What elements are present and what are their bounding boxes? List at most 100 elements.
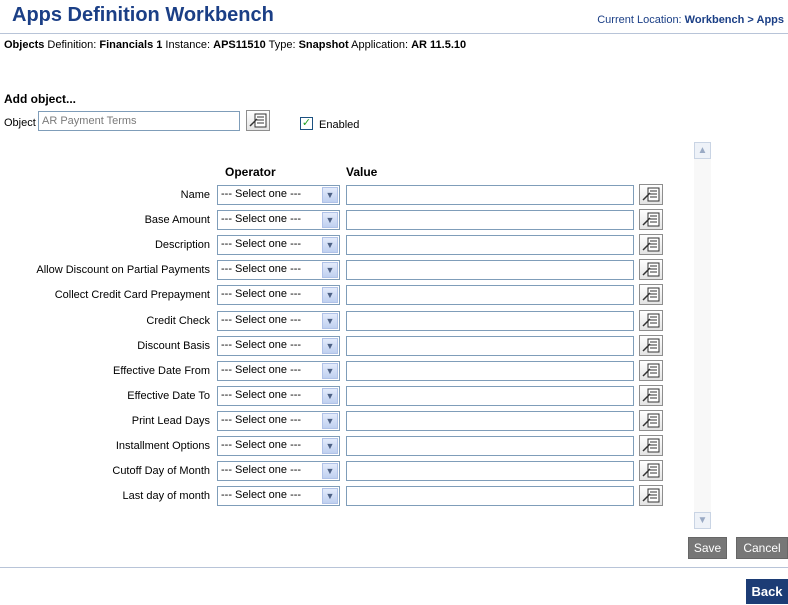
value-lov-button[interactable] [639,485,663,506]
operator-select-value: --- Select one --- [221,339,302,351]
search-list-icon [642,262,660,277]
criteria-label: Collect Credit Card Prepayment [54,289,210,301]
objects-label: Objects [4,39,45,51]
cancel-button[interactable]: Cancel [736,537,788,559]
operator-select[interactable]: --- Select one --- ▼ [217,411,340,431]
breadcrumb-prefix: Current Location: [597,14,685,26]
operator-select-value: --- Select one --- [221,389,302,401]
value-input[interactable] [346,260,634,280]
search-list-icon [642,313,660,328]
breadcrumb-path[interactable]: Workbench > Apps [685,14,784,26]
application-value: AR 11.5.10 [411,39,467,51]
value-input[interactable] [346,311,634,331]
object-metadata: Objects Definition: Financials 1 Instanc… [4,39,466,51]
operator-select[interactable]: --- Select one --- ▼ [217,311,340,331]
definition-value: Financials 1 [99,39,163,51]
operator-select[interactable]: --- Select one --- ▼ [217,386,340,406]
save-button[interactable]: Save [688,537,727,559]
operator-select[interactable]: --- Select one --- ▼ [217,361,340,381]
scroll-up-button[interactable]: ▲ [694,142,711,159]
operator-select[interactable]: --- Select one --- ▼ [217,461,340,481]
value-lov-button[interactable] [639,460,663,481]
value-input[interactable] [346,235,634,255]
value-input[interactable] [346,361,634,381]
chevron-down-icon[interactable]: ▼ [322,488,338,504]
operator-select[interactable]: --- Select one --- ▼ [217,285,340,305]
value-lov-button[interactable] [639,209,663,230]
search-list-icon [249,113,267,128]
chevron-down-icon[interactable]: ▼ [322,262,338,278]
chevron-down-icon[interactable]: ▼ [322,388,338,404]
type-label: Type: [265,39,299,51]
operator-select[interactable]: --- Select one --- ▼ [217,436,340,456]
operator-select[interactable]: --- Select one --- ▼ [217,185,340,205]
value-lov-button[interactable] [639,335,663,356]
back-button[interactable]: Back [746,579,788,604]
search-list-icon [642,338,660,353]
operator-select-value: --- Select one --- [221,263,302,275]
scrollbar-track[interactable] [694,159,711,512]
value-input[interactable] [346,210,634,230]
search-list-icon [642,212,660,227]
operator-select[interactable]: --- Select one --- ▼ [217,260,340,280]
chevron-down-icon[interactable]: ▼ [322,363,338,379]
value-lov-button[interactable] [639,410,663,431]
operator-select-value: --- Select one --- [221,238,302,250]
object-lov-button[interactable] [246,110,270,131]
value-lov-button[interactable] [639,259,663,280]
object-label: Object [4,117,36,129]
value-lov-button[interactable] [639,310,663,331]
operator-select[interactable]: --- Select one --- ▼ [217,486,340,506]
operator-select-value: --- Select one --- [221,364,302,376]
operator-select[interactable]: --- Select one --- ▼ [217,336,340,356]
operator-select-value: --- Select one --- [221,439,302,451]
value-lov-button[interactable] [639,385,663,406]
chevron-down-icon[interactable]: ▼ [322,237,338,253]
chevron-down-icon[interactable]: ▼ [322,438,338,454]
operator-column-header: Operator [225,165,276,179]
search-list-icon [642,388,660,403]
criteria-label: Description [154,239,210,251]
add-object-heading: Add object... [4,92,76,106]
value-input[interactable] [346,336,634,356]
search-list-icon [642,237,660,252]
enabled-checkbox[interactable]: ✓ [300,117,313,130]
chevron-down-icon[interactable]: ▼ [322,413,338,429]
value-lov-button[interactable] [639,184,663,205]
criteria-label: Print Lead Days [131,415,210,427]
value-input[interactable] [346,461,634,481]
value-input[interactable] [346,386,634,406]
chevron-down-icon[interactable]: ▼ [322,463,338,479]
operator-select-value: --- Select one --- [221,188,302,200]
operator-select[interactable]: --- Select one --- ▼ [217,235,340,255]
criteria-label: Discount Basis [137,340,210,352]
chevron-down-icon[interactable]: ▼ [322,287,338,303]
chevron-down-icon[interactable]: ▼ [322,212,338,228]
criteria-label: Effective Date To [127,390,210,402]
search-list-icon [642,438,660,453]
value-input[interactable] [346,185,634,205]
breadcrumb: Current Location: Workbench > Apps [597,14,784,26]
chevron-down-icon[interactable]: ▼ [322,313,338,329]
checkmark-icon: ✓ [301,117,312,129]
application-label: Application: [348,39,412,51]
chevron-down-icon[interactable]: ▼ [322,187,338,203]
search-list-icon [642,287,660,302]
value-input[interactable] [346,486,634,506]
search-list-icon [642,187,660,202]
criteria-label: Base Amount [144,214,210,226]
scroll-down-button[interactable]: ▼ [694,512,711,529]
value-lov-button[interactable] [639,435,663,456]
value-input[interactable] [346,411,634,431]
value-lov-button[interactable] [639,234,663,255]
value-lov-button[interactable] [639,360,663,381]
instance-label: Instance: [162,39,214,51]
enabled-label: Enabled [319,119,360,131]
object-input[interactable] [38,111,240,131]
operator-select-value: --- Select one --- [221,213,302,225]
value-lov-button[interactable] [639,284,663,305]
value-input[interactable] [346,285,634,305]
chevron-down-icon[interactable]: ▼ [322,338,338,354]
value-input[interactable] [346,436,634,456]
operator-select[interactable]: --- Select one --- ▼ [217,210,340,230]
